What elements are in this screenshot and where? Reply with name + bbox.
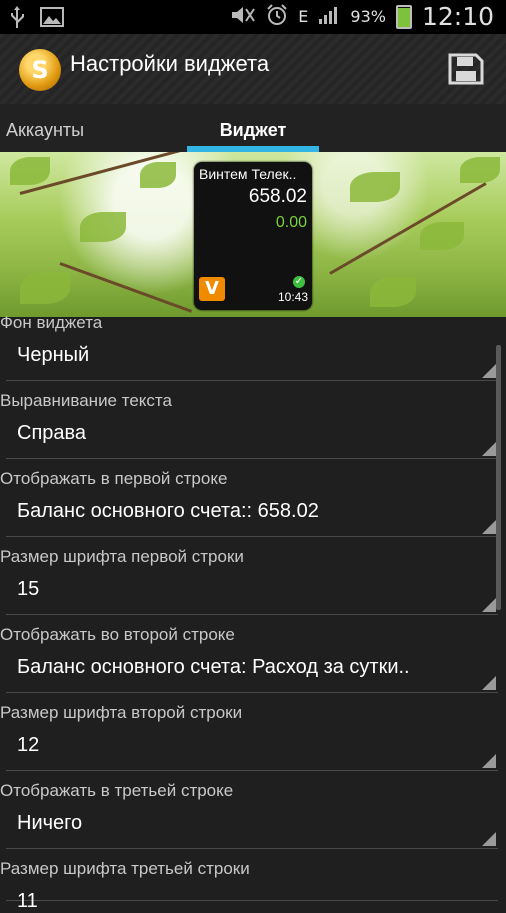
usb-icon <box>10 6 24 33</box>
battery-percent: 93% <box>350 7 386 26</box>
page-title: Настройки виджета <box>70 51 270 76</box>
widget-account-name: Винтем Телек.. <box>199 166 297 182</box>
alarm-icon <box>266 3 288 31</box>
widget-balance: 658.02 <box>248 186 307 207</box>
spinner-line3-size[interactable]: 11 <box>6 890 498 912</box>
spinner-line2-size[interactable]: 12 <box>6 734 498 771</box>
setting-label-line3-size: Размер шрифта третьей строки <box>0 859 250 878</box>
signal-icon <box>318 5 340 30</box>
scrollbar[interactable] <box>496 345 501 610</box>
spinner-value: Баланс основного счета:: 658.02 <box>17 500 319 522</box>
spinner-value: 12 <box>17 734 40 756</box>
dropdown-corner-icon <box>482 520 496 534</box>
check-icon: ✓ <box>293 276 305 288</box>
setting-label-line1: Отображать в первой строке <box>0 469 228 488</box>
spinner-line1[interactable]: Баланс основного счета:: 658.02 <box>6 500 498 537</box>
dropdown-corner-icon <box>482 754 496 768</box>
spinner-line3[interactable]: Ничего <box>6 812 498 849</box>
spinner-alignment[interactable]: Справа <box>6 422 498 459</box>
save-icon[interactable] <box>448 53 484 85</box>
spinner-line2[interactable]: Баланс основного счета: Расход за сутки.… <box>6 656 498 693</box>
dropdown-corner-icon <box>482 364 496 378</box>
tab-accounts[interactable]: Аккаунты <box>6 104 84 156</box>
spinner-value: Черный <box>17 344 90 366</box>
image-icon <box>40 7 64 32</box>
app-logo-glyph: S <box>31 56 49 84</box>
spinner-value: Баланс основного счета: Расход за сутки.… <box>17 656 410 678</box>
network-type: E <box>298 7 309 26</box>
dropdown-corner-icon <box>482 832 496 846</box>
setting-label-line1-size: Размер шрифта первой строки <box>0 547 244 566</box>
widget-update-time: 10:43 <box>277 290 308 304</box>
dropdown-corner-icon <box>482 676 496 690</box>
spinner-line1-size[interactable]: 15 <box>6 578 498 615</box>
spinner-value: 15 <box>17 578 40 600</box>
action-bar: S Настройки виджета <box>0 34 506 104</box>
setting-label-alignment: Выравнивание текста <box>0 391 172 410</box>
operator-logo-glyph: V <box>205 278 219 299</box>
widget-change: 0.00 <box>275 214 307 231</box>
setting-label-line2: Отображать во второй строке <box>0 625 235 644</box>
app-logo-icon[interactable]: S <box>19 49 61 91</box>
mute-icon <box>230 4 256 31</box>
setting-label-line2-size: Размер шрифта второй строки <box>0 703 243 722</box>
dropdown-corner-icon <box>482 598 496 612</box>
status-clock: 12:10 <box>421 2 494 31</box>
status-bar: E 93% 12:10 <box>0 0 506 34</box>
spinner-value: Справа <box>17 422 87 444</box>
spinner-value: Ничего <box>17 812 83 834</box>
spinner-background[interactable]: Черный <box>6 344 498 381</box>
setting-label-background: Фон виджета <box>0 313 103 332</box>
operator-logo-icon: V <box>199 277 225 301</box>
dropdown-corner-icon <box>482 442 496 456</box>
spinner-value: 11 <box>17 890 38 912</box>
widget-preview: Винтем Телек.. 658.02 0.00 V ✓ 10:43 <box>194 162 312 310</box>
setting-label-line3: Отображать в третьей строке <box>0 781 234 800</box>
battery-icon <box>395 5 412 29</box>
